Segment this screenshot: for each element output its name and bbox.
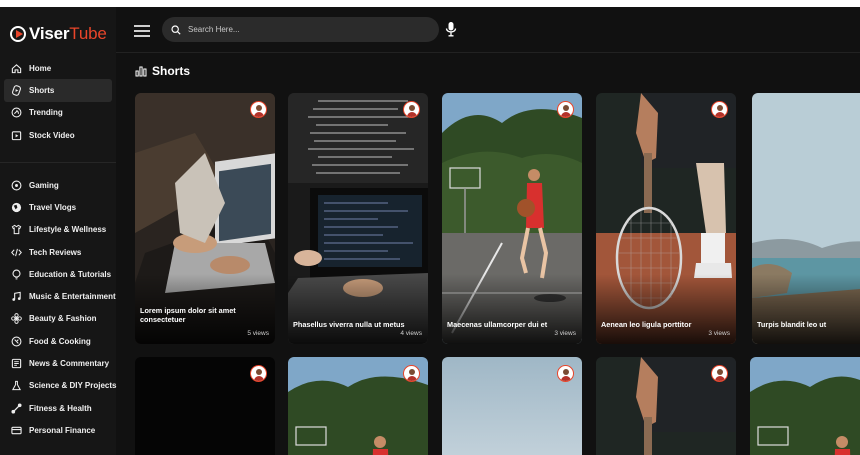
microphone-icon[interactable]: [445, 21, 457, 37]
primary-nav: Home Shorts Trending Stock Video: [0, 57, 116, 146]
logo[interactable]: ViserTube: [10, 23, 107, 45]
beauty-icon: [11, 313, 22, 325]
education-icon: [11, 269, 22, 280]
trending-icon: [11, 107, 22, 118]
home-icon: [11, 63, 22, 74]
sidebar-item-label: Home: [29, 63, 52, 73]
short-title: Aenean leo ligula porttitor: [601, 320, 692, 329]
sidebar-item-label: Gaming: [29, 180, 59, 190]
sidebar-item-finance[interactable]: Personal Finance: [0, 419, 116, 441]
short-card[interactable]: [442, 357, 582, 455]
view-count: 5 views: [247, 330, 269, 337]
sidebar-item-education[interactable]: Education & Tutorials: [0, 263, 116, 285]
news-icon: [11, 358, 22, 369]
sidebar-item-label: Stock Video: [29, 130, 75, 140]
channel-avatar[interactable]: [403, 101, 420, 118]
sidebar-item-label: Food & Cooking: [29, 336, 91, 346]
fitness-icon: [11, 403, 22, 414]
sidebar-item-label: Travel Vlogs: [29, 202, 77, 212]
short-card[interactable]: Aenean leo ligula porttitor 3 views: [596, 93, 736, 344]
sidebar-item-music[interactable]: Music & Entertainment: [0, 285, 116, 307]
sidebar-item-label: Lifestyle & Wellness: [29, 225, 107, 235]
bar-chart-icon: [135, 66, 147, 77]
sidebar-item-food[interactable]: Food & Cooking: [0, 330, 116, 352]
sidebar: ViserTube Home Shorts Trending Stock Vid…: [0, 7, 116, 455]
sidebar-item-label: Personal Finance: [29, 425, 96, 435]
short-title: Phasellus viverra nulla ut metus: [293, 320, 405, 329]
sidebar-item-gaming[interactable]: Gaming: [0, 174, 116, 196]
short-card[interactable]: [596, 357, 736, 455]
section-header: Shorts: [135, 64, 190, 78]
sidebar-item-lifestyle[interactable]: Lifestyle & Wellness: [0, 219, 116, 241]
food-icon: [11, 336, 22, 347]
shorts-icon: [11, 85, 22, 96]
sidebar-item-label: News & Commentary: [29, 359, 110, 369]
hamburger-menu-icon[interactable]: [134, 25, 150, 37]
gaming-icon: [11, 180, 22, 191]
short-card[interactable]: [135, 357, 275, 455]
sidebar-item-label: Fitness & Health: [29, 403, 92, 413]
sidebar-item-label: Tech Reviews: [29, 247, 82, 257]
finance-icon: [11, 425, 22, 436]
short-card[interactable]: Turpis blandit leo ut: [752, 93, 860, 344]
title-gradient: [752, 274, 860, 344]
short-title: Lorem ipsum dolor sit amet consectetuer: [140, 306, 236, 324]
channel-avatar[interactable]: [557, 101, 574, 118]
travel-icon: [11, 202, 22, 213]
stock-video-icon: [11, 130, 22, 141]
channel-avatar[interactable]: [250, 101, 267, 118]
short-card[interactable]: [288, 357, 428, 455]
sidebar-item-stock-video[interactable]: Stock Video: [0, 124, 116, 146]
search-icon: [171, 24, 181, 35]
view-count: 3 views: [708, 330, 730, 337]
short-card[interactable]: Lorem ipsum dolor sit amet consectetuer …: [135, 93, 275, 344]
sidebar-item-tech-reviews[interactable]: Tech Reviews: [0, 241, 116, 263]
sidebar-item-science[interactable]: Science & DIY Projects: [0, 375, 116, 397]
category-nav: Gaming Travel Vlogs Lifestyle & Wellness…: [0, 174, 116, 442]
search-input[interactable]: [188, 25, 418, 34]
sidebar-item-label: Science & DIY Projects: [29, 381, 117, 391]
sidebar-item-shorts[interactable]: Shorts: [4, 79, 112, 102]
logo-text: ViserTube: [29, 24, 107, 43]
code-icon: [11, 247, 22, 258]
science-icon: [11, 380, 22, 391]
sidebar-item-fitness[interactable]: Fitness & Health: [0, 397, 116, 419]
search-bar[interactable]: [162, 17, 439, 42]
lifestyle-icon: [11, 224, 22, 235]
sidebar-item-label: Shorts: [29, 85, 55, 95]
play-logo-icon: [10, 26, 26, 42]
short-card[interactable]: Maecenas ullamcorper dui et 3 views: [442, 93, 582, 344]
sidebar-item-home[interactable]: Home: [0, 57, 116, 79]
sidebar-divider: [0, 162, 116, 163]
sidebar-item-label: Trending: [29, 108, 63, 118]
header-divider: [116, 52, 860, 53]
sidebar-item-travel-vlogs[interactable]: Travel Vlogs: [0, 196, 116, 218]
sidebar-item-beauty[interactable]: Beauty & Fashion: [0, 308, 116, 330]
video-thumbnail: [750, 357, 860, 455]
short-card[interactable]: [750, 357, 860, 455]
short-title: Maecenas ullamcorper dui et: [447, 320, 548, 329]
channel-avatar[interactable]: [250, 365, 267, 382]
app-window: ViserTube Home Shorts Trending Stock Vid…: [0, 7, 860, 455]
sidebar-item-label: Music & Entertainment: [29, 292, 116, 302]
sidebar-item-label: Beauty & Fashion: [29, 314, 97, 324]
short-title: Turpis blandit leo ut: [757, 320, 827, 329]
channel-avatar[interactable]: [557, 365, 574, 382]
channel-avatar[interactable]: [711, 101, 728, 118]
short-card[interactable]: Phasellus viverra nulla ut metus 4 views: [288, 93, 428, 344]
channel-avatar[interactable]: [711, 365, 728, 382]
sidebar-item-label: Education & Tutorials: [29, 269, 112, 279]
sidebar-item-news[interactable]: News & Commentary: [0, 352, 116, 374]
page-title: Shorts: [152, 64, 191, 78]
music-icon: [11, 291, 22, 302]
view-count: 3 views: [554, 330, 576, 337]
sidebar-item-trending[interactable]: Trending: [0, 102, 116, 124]
channel-avatar[interactable]: [403, 365, 420, 382]
view-count: 4 views: [400, 330, 422, 337]
